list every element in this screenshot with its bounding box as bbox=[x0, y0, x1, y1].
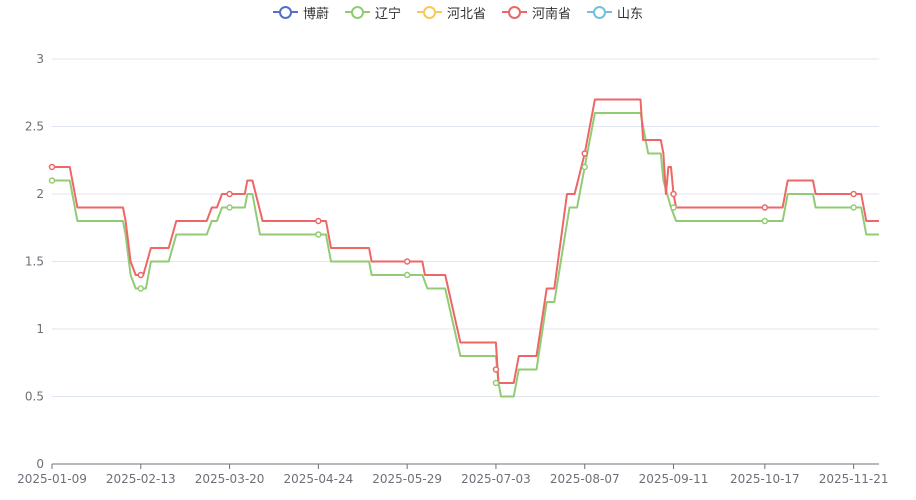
data-point bbox=[492, 379, 500, 387]
y-tick-label: 1 bbox=[36, 322, 44, 336]
line-chart: 0 0.5 1 1.5 2 2.5 3 2025-01-09 2025-02-13 2025-03… bbox=[17, 52, 888, 486]
data-point bbox=[315, 217, 322, 225]
data-point bbox=[850, 190, 857, 198]
x-tick-label: 2025-10-17 bbox=[730, 472, 800, 486]
data-point bbox=[137, 271, 145, 279]
data-point bbox=[226, 204, 233, 211]
x-tick-label: 2025-03-20 bbox=[195, 472, 265, 486]
series-lines bbox=[52, 98, 879, 398]
y-tick-label: 0 bbox=[36, 457, 44, 471]
data-point bbox=[48, 177, 56, 184]
series-line bbox=[52, 98, 879, 384]
data-point bbox=[403, 258, 411, 265]
data-point bbox=[403, 271, 411, 279]
x-tick-label: 2025-01-09 bbox=[17, 472, 87, 486]
series-markers bbox=[48, 150, 857, 387]
data-point bbox=[850, 204, 857, 211]
y-tick-label: 1.5 bbox=[25, 255, 44, 269]
data-point bbox=[670, 190, 677, 198]
data-point bbox=[581, 163, 588, 171]
chart-root: 博蔚 辽宁 河北省 河南省 山东 0 0.5 1 1.5 2 2.5 3 2025-01-09… bbox=[0, 0, 916, 500]
data-point bbox=[492, 366, 500, 373]
series-line bbox=[52, 112, 879, 398]
y-tick-label: 2 bbox=[36, 187, 44, 201]
data-point bbox=[137, 285, 145, 292]
x-tick-label: 2025-07-03 bbox=[461, 472, 531, 486]
data-point bbox=[315, 231, 322, 238]
data-point bbox=[670, 204, 677, 211]
data-point bbox=[48, 163, 56, 171]
data-point bbox=[761, 217, 769, 225]
x-tick-label: 2025-09-11 bbox=[639, 472, 709, 486]
grid-lines bbox=[52, 58, 879, 397]
data-point bbox=[581, 150, 588, 157]
x-tick-label: 2025-04-24 bbox=[283, 472, 353, 486]
data-point bbox=[761, 204, 769, 211]
x-tick-label: 2025-11-21 bbox=[819, 472, 889, 486]
axes: 0 0.5 1 1.5 2 2.5 3 2025-01-09 2025-02-13 2025-03… bbox=[17, 52, 888, 486]
x-tick-label: 2025-08-07 bbox=[550, 472, 620, 486]
y-tick-label: 3 bbox=[36, 52, 44, 66]
y-tick-label: 0.5 bbox=[25, 390, 44, 404]
data-point bbox=[226, 190, 233, 198]
y-tick-label: 2.5 bbox=[25, 120, 44, 134]
x-tick-label: 2025-05-29 bbox=[372, 472, 442, 486]
x-tick-label: 2025-02-13 bbox=[106, 472, 176, 486]
